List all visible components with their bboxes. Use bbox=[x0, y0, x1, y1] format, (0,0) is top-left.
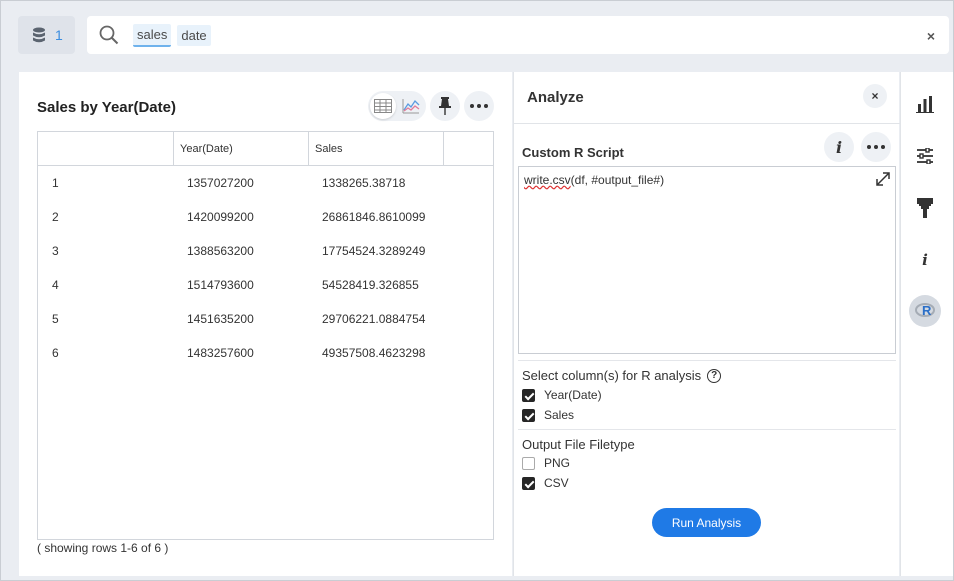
filetype-section-label: Output File Filetype bbox=[522, 437, 635, 452]
table-cell: 5 bbox=[52, 312, 59, 326]
right-rail: i R bbox=[900, 72, 953, 576]
pin-button[interactable] bbox=[430, 91, 460, 121]
checkbox-png[interactable] bbox=[522, 456, 535, 470]
table-cell: 49357508.4623298 bbox=[322, 346, 426, 360]
script-more-button[interactable] bbox=[861, 132, 891, 162]
checkbox-year-date[interactable] bbox=[522, 388, 535, 402]
rail-r-analysis-button[interactable]: R bbox=[909, 295, 941, 327]
info-icon: i bbox=[835, 137, 843, 157]
line-chart-icon bbox=[402, 99, 420, 114]
columns-section-label: Select column(s) for R analysis ? bbox=[522, 368, 722, 383]
paint-roller-icon bbox=[917, 198, 933, 218]
table-row[interactable]: 2 1420099200 26861846.8610099 bbox=[38, 201, 493, 235]
table-row[interactable]: 1 1357027200 1338265.38718 bbox=[38, 167, 493, 201]
column-header-sales[interactable]: Sales bbox=[308, 132, 443, 166]
search-clear-icon[interactable]: × bbox=[927, 28, 935, 44]
pin-icon bbox=[439, 97, 451, 115]
table-row[interactable]: 4 1514793600 54528419.326855 bbox=[38, 269, 493, 303]
row-count-text: ( showing rows 1-6 of 6 ) bbox=[37, 541, 169, 555]
column-option-year-date[interactable]: Year(Date) bbox=[522, 388, 602, 402]
viz-title: Sales by Year(Date) bbox=[37, 99, 176, 116]
rail-info-button[interactable]: i bbox=[909, 244, 941, 276]
table-row[interactable]: 6 1483257600 49357508.4623298 bbox=[38, 337, 493, 371]
table-view-button[interactable] bbox=[370, 93, 396, 119]
table-cell: 6 bbox=[52, 346, 59, 360]
checkbox-sales[interactable] bbox=[522, 408, 535, 422]
table-cell: 1357027200 bbox=[187, 176, 254, 190]
table-cell: 1420099200 bbox=[187, 210, 254, 224]
r-glyph: R bbox=[922, 303, 932, 318]
table-cell: 1451635200 bbox=[187, 312, 254, 326]
rail-settings-button[interactable] bbox=[909, 140, 941, 172]
column-header-year-date[interactable]: Year(Date) bbox=[173, 132, 308, 166]
sliders-icon bbox=[917, 148, 933, 164]
search-token-date[interactable]: date bbox=[177, 24, 211, 46]
table-icon bbox=[374, 99, 392, 113]
bar-chart-icon bbox=[916, 96, 934, 113]
help-icon[interactable]: ? bbox=[707, 368, 722, 383]
table-cell: 1388563200 bbox=[187, 244, 254, 258]
table-cell: 1 bbox=[52, 176, 59, 190]
chart-view-button[interactable] bbox=[398, 93, 424, 119]
filetype-option-csv[interactable]: CSV bbox=[522, 476, 569, 490]
analyze-panel: Analyze × Custom R Script i write.csv(df… bbox=[513, 72, 900, 576]
table-cell: 1483257600 bbox=[187, 346, 254, 360]
script-function: write.csv bbox=[524, 173, 571, 187]
table-row[interactable]: 3 1388563200 17754524.3289249 bbox=[38, 235, 493, 269]
table-cell: 54528419.326855 bbox=[322, 278, 419, 292]
expand-icon[interactable] bbox=[875, 171, 891, 187]
checkbox-csv[interactable] bbox=[522, 476, 535, 490]
table-cell: 17754524.3289249 bbox=[322, 244, 426, 258]
column-header-index[interactable] bbox=[38, 132, 173, 166]
top-bar: 1 sales date × bbox=[1, 1, 953, 71]
table-header: Year(Date) Sales bbox=[38, 132, 493, 166]
table-cell: 26861846.8610099 bbox=[322, 210, 426, 224]
table-cell: 29706221.0884754 bbox=[322, 312, 426, 326]
run-analysis-button[interactable]: Run Analysis bbox=[652, 508, 761, 537]
search-token-sales[interactable]: sales bbox=[133, 23, 172, 47]
database-icon bbox=[33, 27, 45, 42]
table-cell: 2 bbox=[52, 210, 59, 224]
search-icon bbox=[99, 25, 119, 45]
analyze-title: Analyze bbox=[527, 89, 584, 106]
more-options-button[interactable] bbox=[464, 91, 494, 121]
script-info-button[interactable]: i bbox=[824, 132, 854, 162]
column-option-sales[interactable]: Sales bbox=[522, 408, 574, 422]
data-table: Year(Date) Sales 1 1357027200 1338265.3871… bbox=[37, 131, 494, 540]
rail-format-button[interactable] bbox=[909, 192, 941, 224]
rail-chart-button[interactable] bbox=[909, 88, 941, 120]
script-code[interactable]: write.csv(df, #output_file#) bbox=[524, 173, 664, 187]
source-count: 1 bbox=[55, 27, 63, 43]
info-icon: i bbox=[922, 251, 928, 269]
close-analyze-icon[interactable]: × bbox=[863, 84, 887, 108]
script-args: (df, #output_file#) bbox=[570, 173, 665, 187]
more-icon bbox=[867, 145, 885, 149]
table-cell: 4 bbox=[52, 278, 59, 292]
viz-type-toggle[interactable] bbox=[368, 91, 426, 121]
table-cell: 3 bbox=[52, 244, 59, 258]
table-cell: 1514793600 bbox=[187, 278, 254, 292]
data-sources-button[interactable]: 1 bbox=[18, 16, 75, 54]
r-script-editor[interactable]: write.csv(df, #output_file#) bbox=[518, 166, 896, 354]
search-bar[interactable]: sales date × bbox=[87, 16, 949, 54]
visualization-panel: Sales by Year(Date) Year(Date) Sales 1 1… bbox=[19, 72, 512, 576]
filetype-option-png[interactable]: PNG bbox=[522, 456, 570, 470]
table-cell: 1338265.38718 bbox=[322, 176, 406, 190]
custom-r-script-label: Custom R Script bbox=[522, 145, 624, 160]
table-row[interactable]: 5 1451635200 29706221.0884754 bbox=[38, 303, 493, 337]
more-icon bbox=[470, 104, 488, 108]
